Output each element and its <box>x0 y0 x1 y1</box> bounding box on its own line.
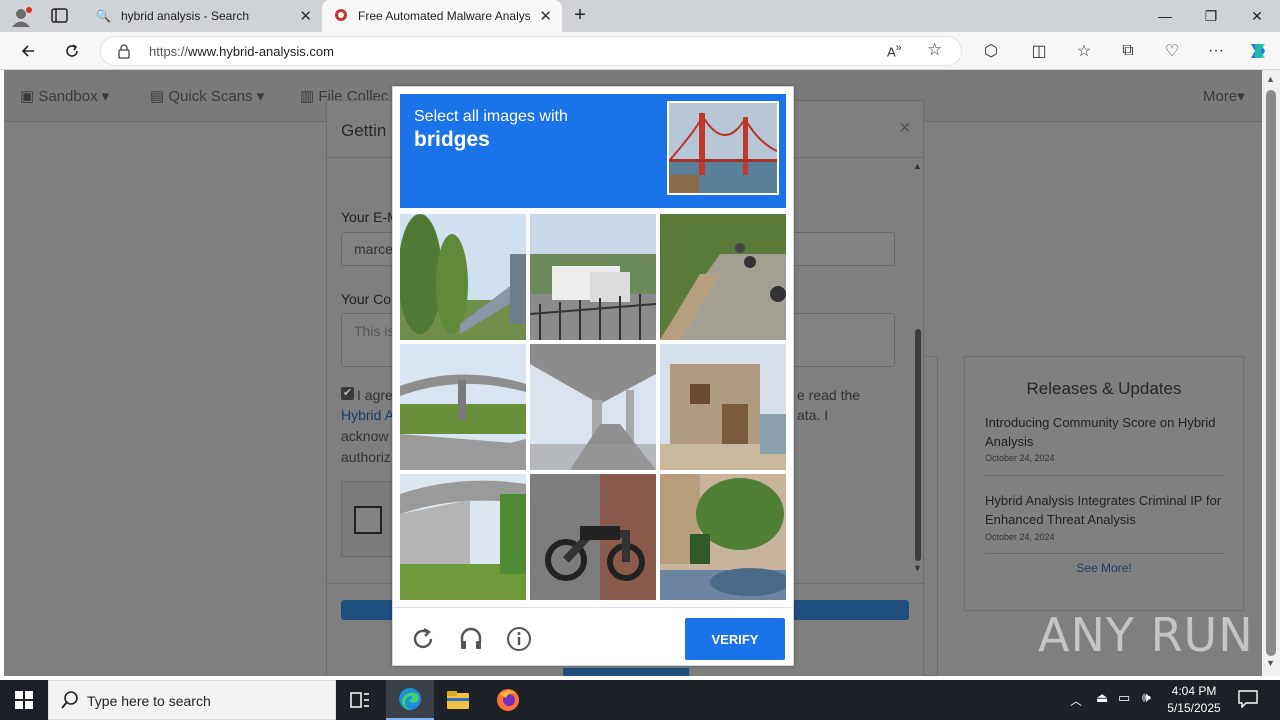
copilot-icon[interactable] <box>1244 37 1272 65</box>
address-bar[interactable]: https://www.hybrid-analysis.com A» ☆ <box>100 36 962 66</box>
tab-title: Free Automated Malware Analysis <box>358 9 530 23</box>
nav-sandbox[interactable]: ▣ Sandbox ▾ <box>20 87 109 105</box>
agree-text-line: e read the <box>797 387 861 403</box>
sample-bridge-image <box>667 101 779 195</box>
tab-actions-icon[interactable] <box>50 7 70 25</box>
favorite-star-icon[interactable]: ☆ <box>927 40 942 60</box>
release-link[interactable]: Hybrid Analysis Integrates Criminal IP f… <box>985 491 1225 529</box>
nav-quick-scans[interactable]: ▤ Quick Scans ▾ <box>150 87 264 105</box>
network-icon[interactable]: ▭ <box>1118 690 1130 706</box>
profile-icon[interactable] <box>10 6 32 28</box>
captcha-tile[interactable] <box>530 344 656 470</box>
task-view-icon[interactable] <box>336 680 384 720</box>
modal-scroll-thumb[interactable] <box>915 329 921 561</box>
anyrun-watermark: ANY RUN <box>1038 608 1254 662</box>
cube-icon: ▣ <box>20 88 35 105</box>
captcha-tile[interactable] <box>400 474 526 600</box>
files-icon: ▥ <box>300 88 315 105</box>
usb-icon[interactable]: ⏏ <box>1096 690 1108 706</box>
file-icon: ▤ <box>150 88 165 105</box>
reload-challenge-icon[interactable] <box>408 624 438 654</box>
verify-button[interactable]: VERIFY <box>685 618 785 660</box>
lock-icon <box>117 43 131 64</box>
firefox-icon[interactable] <box>484 680 532 720</box>
restore-button[interactable]: ❐ <box>1188 0 1234 32</box>
browser-tab-bar: 🔍 hybrid analysis - Search ✕ Free Automa… <box>0 0 1280 32</box>
captcha-tile[interactable] <box>660 214 786 340</box>
nav-more[interactable]: More▾ <box>1203 87 1245 105</box>
agree-text: I agre <box>357 387 393 403</box>
captcha-prompt: Select all images with <box>414 108 568 125</box>
tab-free-automated-malware-analysis[interactable]: Free Automated Malware Analysis ✕ <box>322 0 562 32</box>
file-explorer-icon[interactable] <box>434 680 482 720</box>
release-date: October 24, 2024 <box>985 453 1055 463</box>
new-tab-button[interactable]: + <box>568 4 592 28</box>
captcha-tile[interactable] <box>530 214 656 340</box>
more-menu-icon[interactable]: ··· <box>1202 37 1230 65</box>
close-window-button[interactable]: ✕ <box>1234 0 1280 32</box>
favorites-icon[interactable]: ☆ <box>1070 37 1098 65</box>
collections-icon[interactable]: ⧉ <box>1114 37 1142 65</box>
captcha-tile[interactable] <box>530 474 656 600</box>
modal-title: Gettin <box>341 121 387 140</box>
comment-label: Your Co <box>341 291 392 307</box>
taskbar-time[interactable]: 4:04 PM <box>1160 684 1228 698</box>
info-icon[interactable] <box>504 624 534 654</box>
terms-link[interactable]: Hybrid A <box>341 407 394 423</box>
minimize-button[interactable]: — <box>1142 0 1188 32</box>
agree-checkbox[interactable]: ✔ <box>341 387 354 400</box>
divider <box>393 607 793 608</box>
divider <box>985 475 1225 476</box>
agree-text-line: authoriz <box>341 449 391 465</box>
page-scrollbar[interactable]: ▲ ▼ <box>1262 70 1280 676</box>
show-hidden-icons[interactable]: ︿ <box>1070 692 1082 709</box>
site-favicon-icon <box>334 8 348 25</box>
agree-text-line: ata. I <box>797 407 829 423</box>
see-more-link[interactable]: See More! <box>965 561 1243 575</box>
tab-hybrid-analysis-search[interactable]: 🔍 hybrid analysis - Search ✕ <box>84 0 322 32</box>
volume-icon[interactable]: 🕪 <box>1142 689 1151 706</box>
url-text: https://www.hybrid-analysis.com <box>149 44 334 59</box>
email-label: Your E-M <box>341 209 399 225</box>
windows-taskbar: Type here to search ︿ ⏏ ▭ 🕪 4:04 PM 5/15… <box>0 680 1280 720</box>
taskbar-search-box[interactable]: Type here to search <box>48 680 336 720</box>
audio-challenge-icon[interactable] <box>456 624 486 654</box>
close-tab-icon[interactable]: ✕ <box>299 7 312 25</box>
releases-title: Releases & Updates <box>1026 379 1182 398</box>
captcha-image-grid <box>400 214 786 600</box>
captcha-target: bridges <box>414 128 490 151</box>
divider <box>985 553 1225 554</box>
close-tab-icon[interactable]: ✕ <box>539 7 552 25</box>
captcha-tile[interactable] <box>660 344 786 470</box>
agree-text-line: acknow <box>341 428 389 444</box>
captcha-challenge: Select all images with bridges VERIFY <box>392 86 794 666</box>
back-arrow-icon[interactable] <box>14 37 42 65</box>
tab-title: hybrid analysis - Search <box>120 9 250 23</box>
windows-start-icon[interactable] <box>0 680 48 720</box>
browser-essentials-icon[interactable]: ♡ <box>1158 37 1186 65</box>
releases-panel: Releases & Updates Introducing Community… <box>964 356 1244 611</box>
split-screen-icon[interactable]: ◫ <box>1025 37 1053 65</box>
search-icon: 🔍 <box>96 9 111 23</box>
taskbar-date[interactable]: 5/15/2025 <box>1160 701 1228 715</box>
browser-toolbar: https://www.hybrid-analysis.com A» ☆ ⬡ ◫… <box>0 32 1280 70</box>
release-link[interactable]: Introducing Community Score on Hybrid An… <box>985 413 1225 451</box>
secondary-button[interactable] <box>563 668 689 676</box>
captcha-header: Select all images with bridges <box>400 94 786 208</box>
modal-close-icon[interactable]: × <box>899 117 911 140</box>
release-date: October 24, 2024 <box>985 532 1055 542</box>
captcha-tile[interactable] <box>660 474 786 600</box>
notifications-icon[interactable] <box>1238 690 1258 713</box>
edge-taskbar-icon[interactable] <box>386 680 434 720</box>
extensions-icon[interactable]: ⬡ <box>977 37 1005 65</box>
recaptcha-checkbox[interactable] <box>354 506 382 534</box>
captcha-tile[interactable] <box>400 214 526 340</box>
modal-scrollbar[interactable]: ▲ ▼ <box>913 161 923 581</box>
reload-icon[interactable] <box>58 37 86 65</box>
search-icon <box>61 691 79 714</box>
captcha-tile[interactable] <box>400 344 526 470</box>
read-aloud-icon[interactable]: A» <box>887 42 902 59</box>
page-scroll-thumb[interactable] <box>1266 90 1276 656</box>
